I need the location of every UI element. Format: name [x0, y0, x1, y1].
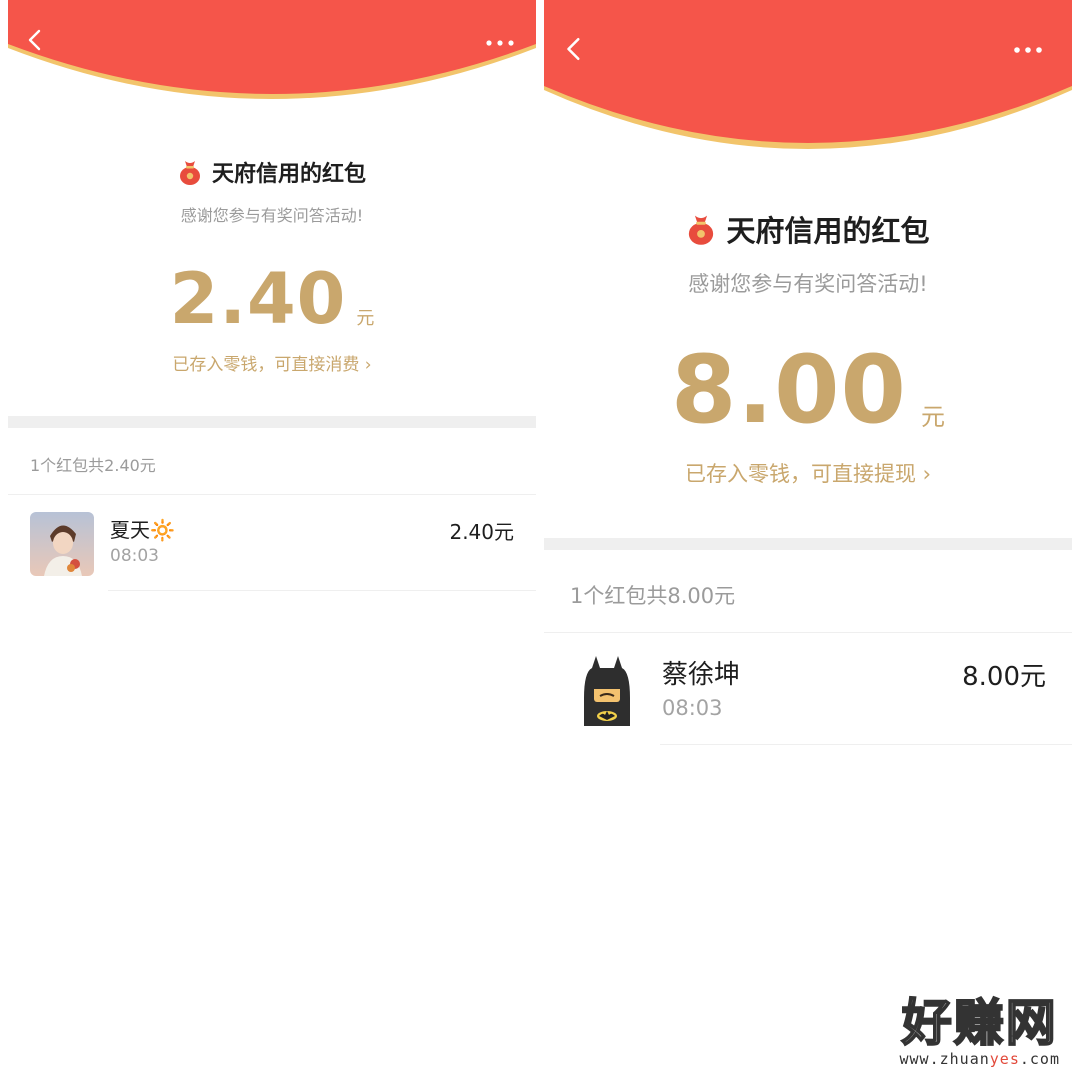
recipient-name: 蔡徐坤: [662, 654, 740, 691]
watermark-url: www.zhuanyes.com: [900, 1050, 1061, 1068]
recipient-name: 夏天🔆: [110, 514, 175, 543]
stored-change-text: 已存入零钱，可直接消费: [172, 355, 360, 375]
amount-row: 8.00 元: [544, 344, 1072, 438]
amount-row: 2.40 元: [8, 264, 536, 334]
watermark-logo: 好赚网: [901, 994, 1058, 1052]
stored-change-link[interactable]: 已存入零钱，可直接提现 ›: [544, 458, 1072, 488]
back-button[interactable]: [24, 28, 48, 52]
chevron-right-icon: ›: [915, 462, 932, 486]
record-time: 08:03: [662, 696, 723, 720]
divider-line: [660, 744, 1072, 745]
more-dots-icon: [1014, 47, 1042, 53]
section-divider: [544, 538, 1072, 550]
stored-change-link[interactable]: 已存入零钱，可直接消费 ›: [8, 350, 536, 375]
recipient-name-text: 夏天: [110, 518, 150, 542]
avatar[interactable]: [570, 652, 644, 726]
packet-summary: 1个红包共2.40元: [30, 456, 156, 475]
chevron-left-icon: [28, 29, 41, 51]
received-amount: 8.00: [671, 336, 907, 445]
watermark-url-suffix: .com: [1019, 1050, 1060, 1068]
avatar[interactable]: [30, 512, 94, 576]
record-amount: 8.00元: [962, 662, 1046, 692]
packet-summary: 1个红包共8.00元: [570, 584, 736, 608]
packet-subtitle: 感谢您参与有奖问答活动!: [688, 272, 928, 296]
watermark-url-highlight: yes: [989, 1050, 1020, 1068]
money-bag-icon: [689, 215, 714, 245]
red-header: [8, 0, 536, 116]
amount-unit: 元: [356, 308, 375, 329]
back-button[interactable]: [562, 36, 588, 62]
watermark-url-prefix: www.zhuan: [899, 1050, 990, 1068]
packet-title-row: 天府信用的红包: [8, 156, 536, 188]
divider-line: [108, 590, 536, 591]
amount-unit: 元: [920, 403, 945, 431]
recipient-name-text: 蔡徐坤: [662, 660, 741, 690]
more-button[interactable]: [1012, 42, 1044, 56]
section-divider: [8, 416, 536, 428]
more-button[interactable]: [484, 35, 516, 49]
site-watermark: 好赚网 www.zhuanyes.com: [900, 994, 1061, 1068]
packet-title: 天府信用的红包: [726, 214, 930, 248]
red-header: [544, 0, 1072, 160]
record-time: 08:03: [110, 546, 159, 566]
packet-subtitle: 感谢您参与有奖问答活动!: [180, 206, 364, 225]
stored-change-text: 已存入零钱，可直接提现: [684, 462, 916, 486]
packet-title: 天府信用的红包: [211, 162, 366, 187]
red-packet-screen-left: 天府信用的红包 感谢您参与有奖问答活动! 2.40 元 已存入零钱，可直接消费 …: [8, 0, 536, 600]
packet-title-row: 天府信用的红包: [544, 208, 1072, 250]
chevron-right-icon: ›: [359, 355, 372, 375]
divider-line: [544, 632, 1072, 633]
divider-line: [8, 494, 536, 495]
red-packet-screen-right: 天府信用的红包 感谢您参与有奖问答活动! 8.00 元 已存入零钱，可直接提现 …: [544, 0, 1072, 760]
sun-emoji: 🔆: [150, 518, 175, 542]
chevron-left-icon: [567, 37, 580, 61]
record-amount: 2.40元: [449, 520, 514, 544]
money-bag-icon: [179, 161, 200, 185]
more-dots-icon: [486, 40, 514, 46]
received-amount: 2.40: [169, 258, 347, 340]
